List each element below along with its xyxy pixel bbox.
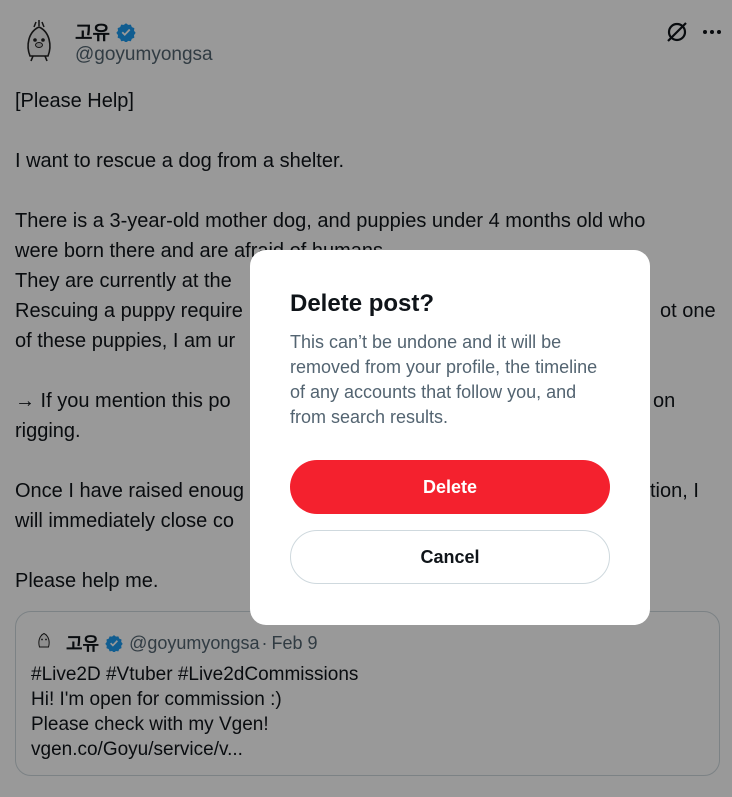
cancel-button[interactable]: Cancel (290, 530, 610, 584)
dialog-title: Delete post? (290, 290, 435, 317)
dialog-description: This can’t be undone and it will be remo… (290, 332, 598, 427)
delete-post-dialog: Delete post? This can’t be undone and it… (250, 250, 650, 625)
delete-button[interactable]: Delete (290, 460, 610, 514)
